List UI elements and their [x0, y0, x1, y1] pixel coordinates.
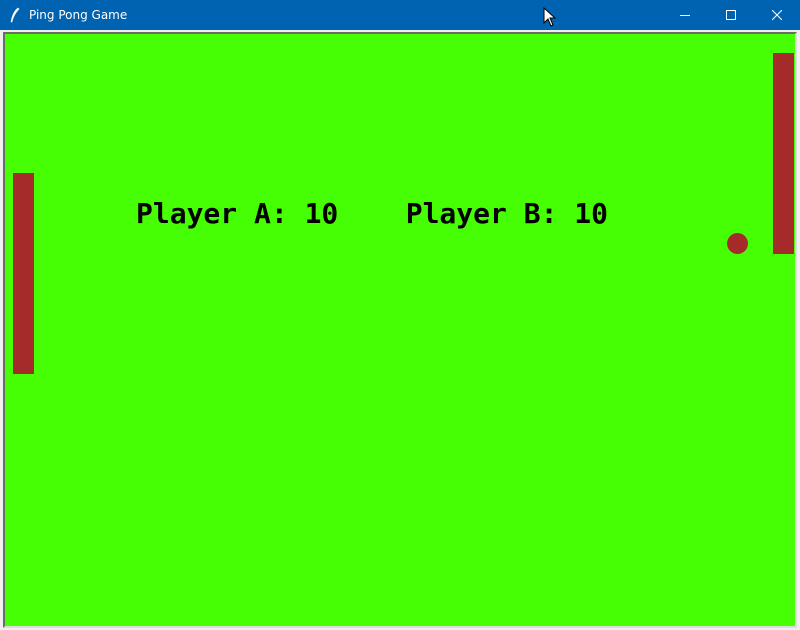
maximize-button[interactable]	[708, 0, 754, 30]
window-title: Ping Pong Game	[29, 8, 128, 22]
ball	[727, 233, 748, 254]
game-canvas[interactable]	[3, 32, 797, 628]
maximize-icon	[726, 10, 736, 20]
title-bar[interactable]: Ping Pong Game	[0, 0, 800, 30]
close-button[interactable]	[754, 0, 800, 30]
right-paddle	[773, 53, 794, 254]
mouse-cursor-icon	[543, 7, 556, 27]
feather-icon	[10, 7, 20, 23]
left-paddle	[13, 173, 34, 374]
minimize-icon	[680, 15, 690, 16]
scoreboard: Player A: 10 Player B: 10	[136, 197, 609, 230]
close-icon	[772, 10, 782, 20]
minimize-button[interactable]	[662, 0, 708, 30]
